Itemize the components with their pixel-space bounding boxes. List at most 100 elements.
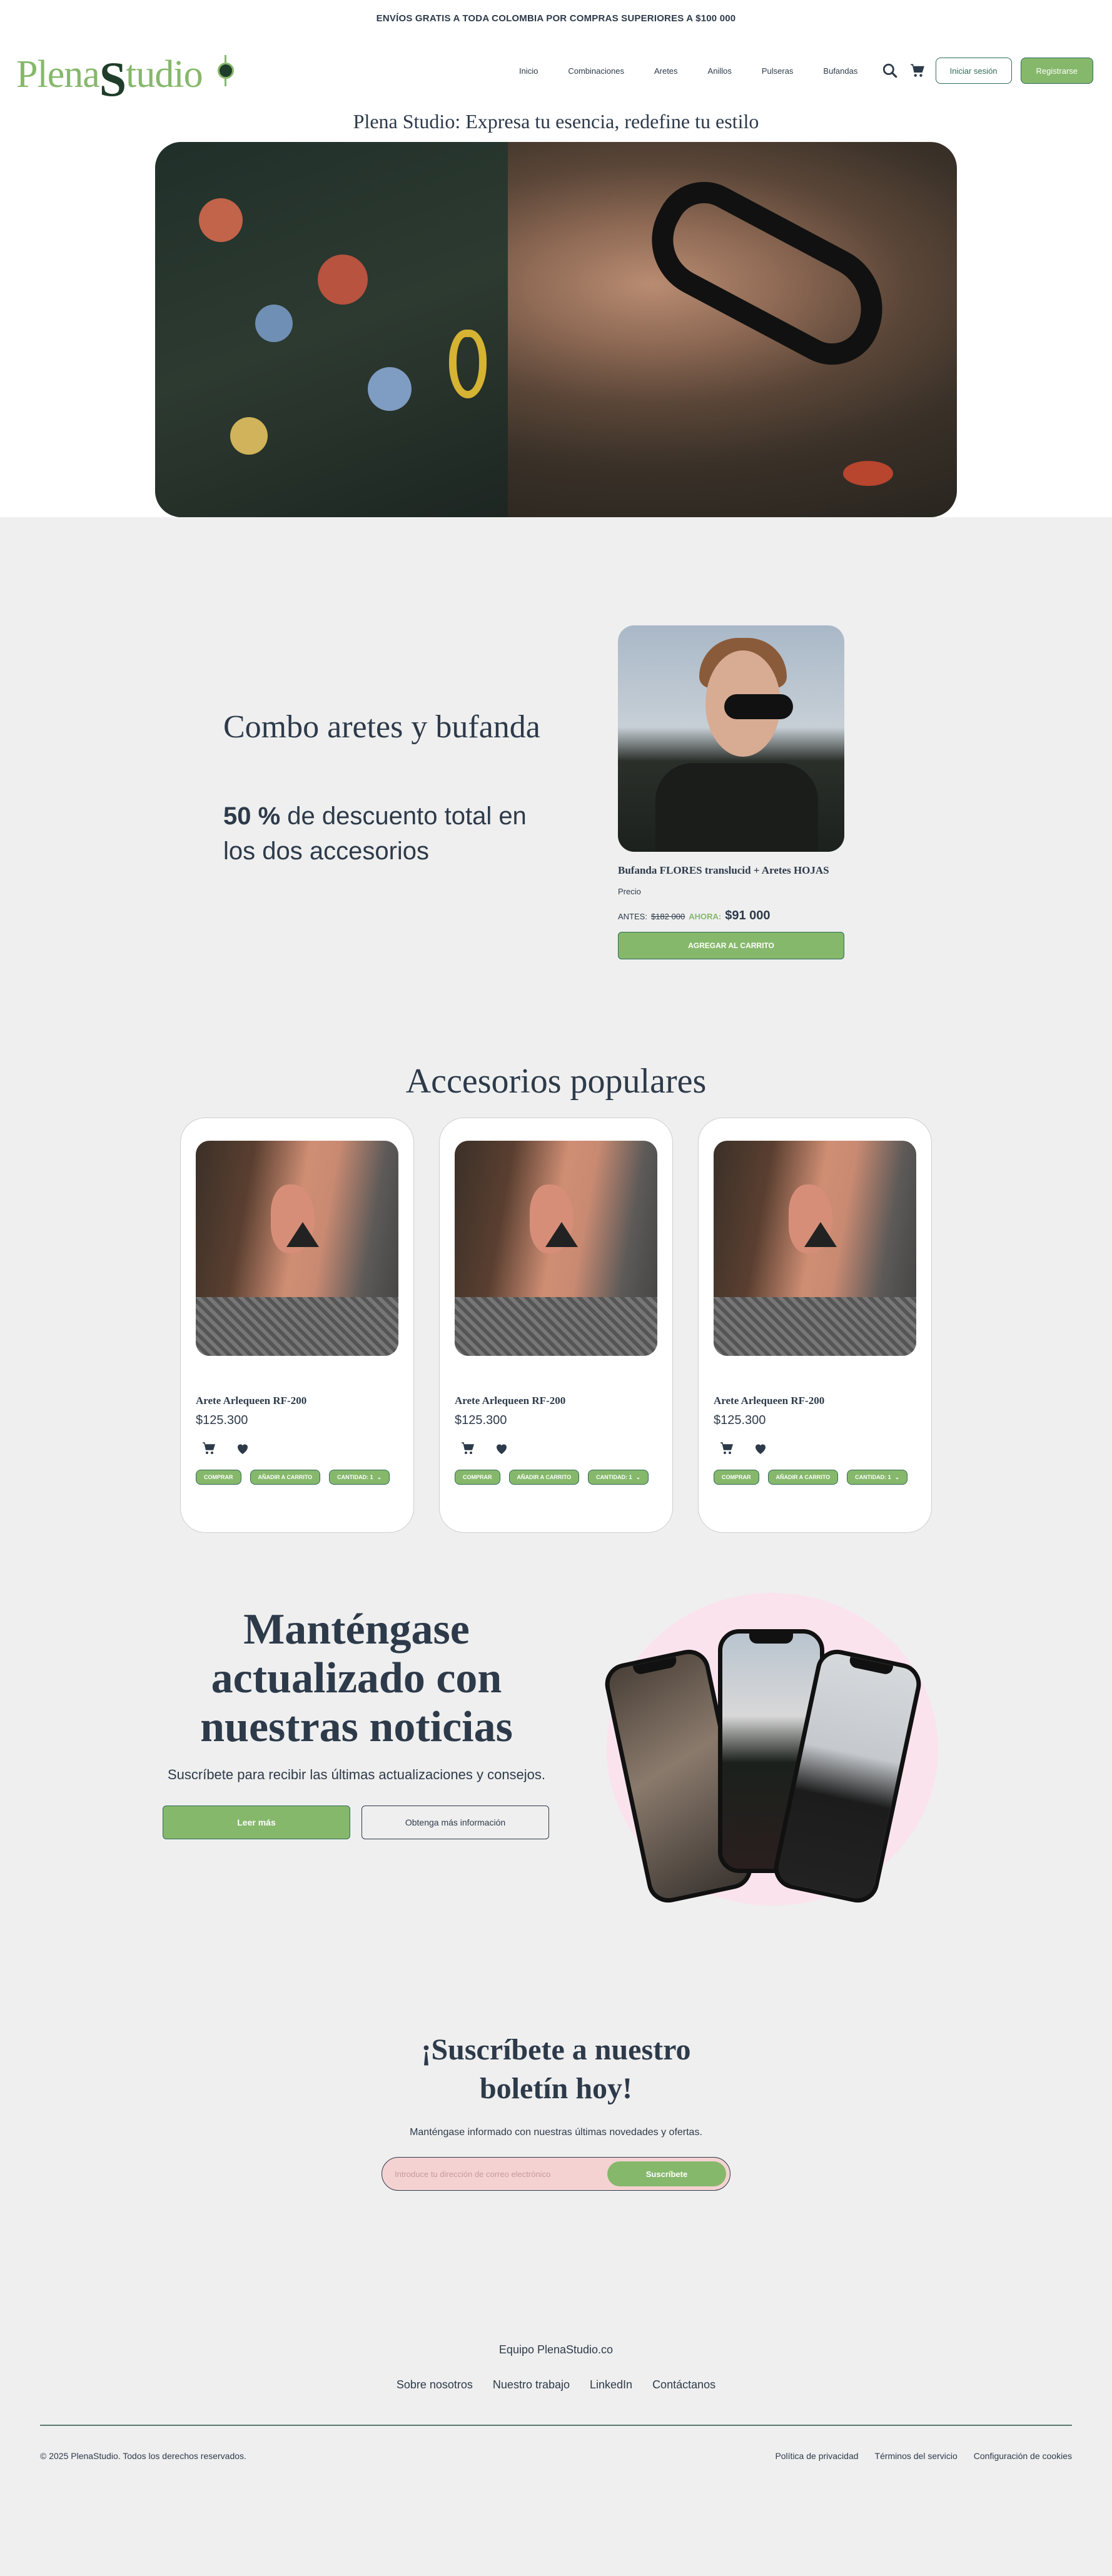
product-price: $125.300 — [196, 1413, 248, 1427]
combo-section: Combo aretes y bufanda 50 % de descuento… — [0, 517, 1112, 1061]
buy-button[interactable]: COMPRAR — [714, 1470, 759, 1485]
main-nav: Inicio Combinaciones Aretes Anillos Puls… — [519, 36, 857, 105]
site-header: PlenaStudio Inicio Combinaciones Aretes … — [0, 36, 1112, 106]
before-label: ANTES: — [618, 912, 647, 921]
footer-link-about[interactable]: Sobre nosotros — [397, 2378, 473, 2392]
quantity-select[interactable]: CANTIDAD: 1 ⌄ — [329, 1470, 390, 1485]
hero-image — [155, 142, 957, 517]
footer-team: Equipo PlenaStudio.co — [498, 2343, 614, 2356]
product-actions: COMPRAR AÑADIR A CARRITO CANTIDAD: 1 ⌄ — [196, 1470, 390, 1485]
product-card: Arete Arlequeen RF-200 $125.300 COMPRAR … — [439, 1118, 673, 1533]
hero-lips — [843, 461, 893, 486]
shipping-banner-text: ENVÍOS GRATIS A TODA COLOMBIA POR COMPRA… — [376, 13, 736, 24]
product-actions: COMPRAR AÑADIR A CARRITO CANTIDAD: 1 ⌄ — [714, 1470, 908, 1485]
combo-discount: 50 % — [223, 802, 281, 830]
nav-item-anillos[interactable]: Anillos — [708, 66, 732, 76]
hero-scarf — [155, 142, 508, 517]
footer-divider — [40, 2425, 1072, 2426]
add-to-cart-button[interactable]: AÑADIR A CARRITO — [508, 1470, 580, 1485]
add-to-cart-button[interactable]: AÑADIR A CARRITO — [250, 1470, 321, 1485]
combo-prices: ANTES: $182 000 AHORA: $91 000 — [618, 909, 844, 923]
cookies-link[interactable]: Configuración de cookies — [974, 2451, 1072, 2461]
product-icons — [719, 1441, 769, 1459]
add-to-cart-button[interactable]: AGREGAR AL CARRITO — [618, 932, 844, 959]
footer-links: Sobre nosotros Nuestro trabajo LinkedIn … — [0, 2378, 1112, 2392]
terms-link[interactable]: Términos del servicio — [875, 2451, 958, 2461]
cart-icon[interactable] — [719, 1441, 735, 1459]
more-info-button[interactable]: Obtenga más información — [361, 1806, 549, 1839]
logo-text: PlenaStudio — [16, 43, 203, 106]
footer-link-linkedin[interactable]: LinkedIn — [590, 2378, 632, 2392]
combo-product-image[interactable] — [618, 625, 844, 852]
add-to-cart-button[interactable]: AÑADIR A CARRITO — [767, 1470, 839, 1485]
nav-item-pulseras[interactable]: Pulseras — [762, 66, 794, 76]
email-field[interactable] — [395, 2169, 607, 2179]
heart-icon[interactable] — [235, 1441, 251, 1459]
news-title: Manténgase actualizado con nuestras noti… — [200, 1605, 513, 1751]
hero-earring — [449, 330, 487, 398]
heart-icon[interactable] — [493, 1441, 510, 1459]
search-icon[interactable] — [881, 61, 899, 80]
combo-title: Combo aretes y bufanda — [223, 709, 540, 745]
nav-item-bufandas[interactable]: Bufandas — [823, 66, 857, 76]
newsletter-section: ¡Suscríbete a nuestro boletín hoy! Manté… — [0, 1993, 1112, 2343]
logo-text-part-2: tudio — [126, 53, 203, 96]
buy-button[interactable]: COMPRAR — [455, 1470, 500, 1485]
combo-coat — [655, 763, 818, 852]
site-footer: Equipo PlenaStudio.co Sobre nosotros Nue… — [0, 2343, 1112, 2568]
nav-item-inicio[interactable]: Inicio — [519, 66, 538, 76]
logo-text-s: S — [99, 52, 126, 106]
newsletter-form: Suscríbete — [382, 2157, 730, 2191]
logo-text-part-1: Plena — [16, 53, 100, 96]
product-price: $125.300 — [455, 1413, 507, 1427]
combo-product-name: Bufanda FLORES translucid + Aretes HOJAS — [618, 864, 829, 876]
news-section: Manténgase actualizado con nuestras noti… — [0, 1568, 1112, 1993]
product-card: Arete Arlequeen RF-200 $125.300 COMPRAR … — [180, 1118, 414, 1533]
nav-item-combinaciones[interactable]: Combinaciones — [568, 66, 624, 76]
footer-link-work[interactable]: Nuestro trabajo — [493, 2378, 570, 2392]
scarf-flower — [230, 417, 268, 455]
quantity-label: CANTIDAD: 1 — [855, 1474, 891, 1480]
hero-sunglasses — [631, 164, 905, 382]
cart-icon[interactable] — [460, 1441, 476, 1459]
buy-button[interactable]: COMPRAR — [196, 1470, 241, 1485]
product-image[interactable] — [714, 1141, 916, 1356]
product-icons — [201, 1441, 251, 1459]
product-name: Arete Arlequeen RF-200 — [196, 1395, 307, 1407]
newsletter-title: ¡Suscríbete a nuestro boletín hoy! — [421, 2033, 691, 2105]
product-price: $125.300 — [714, 1413, 766, 1427]
scarf-flower — [255, 305, 293, 342]
heart-icon[interactable] — [752, 1441, 769, 1459]
legal-links: Política de privacidad Términos del serv… — [775, 2451, 1072, 2461]
product-image[interactable] — [455, 1141, 657, 1356]
combo-sunglasses — [724, 694, 793, 719]
logo[interactable]: PlenaStudio — [16, 43, 235, 106]
quantity-select[interactable]: CANTIDAD: 1 ⌄ — [588, 1470, 649, 1485]
combo-description: 50 % de descuento total en los dos acces… — [223, 799, 548, 869]
register-button[interactable]: Registrarse — [1020, 58, 1093, 84]
hero — [0, 142, 1112, 517]
product-image[interactable] — [196, 1141, 398, 1356]
scarf-flower — [368, 367, 412, 411]
combo-product-card: Bufanda FLORES translucid + Aretes HOJAS… — [618, 625, 844, 959]
logo-earring-icon — [216, 49, 235, 93]
read-more-button[interactable]: Leer más — [163, 1806, 350, 1839]
cart-icon[interactable] — [201, 1441, 217, 1459]
now-label: AHORA: — [689, 912, 722, 921]
now-price: $91 000 — [725, 909, 771, 922]
quantity-label: CANTIDAD: 1 — [337, 1474, 373, 1480]
login-button[interactable]: Iniciar sesión — [935, 58, 1012, 84]
chevron-down-icon: ⌄ — [377, 1473, 382, 1480]
cart-icon[interactable] — [908, 61, 927, 80]
product-actions: COMPRAR AÑADIR A CARRITO CANTIDAD: 1 ⌄ — [455, 1470, 649, 1485]
quantity-select[interactable]: CANTIDAD: 1 ⌄ — [847, 1470, 908, 1485]
privacy-link[interactable]: Política de privacidad — [775, 2451, 858, 2461]
footer-link-contact[interactable]: Contáctanos — [652, 2378, 715, 2392]
product-list: Arete Arlequeen RF-200 $125.300 COMPRAR … — [180, 1118, 932, 1533]
subscribe-button[interactable]: Suscríbete — [607, 2161, 726, 2186]
before-price: $182 000 — [650, 912, 685, 921]
chevron-down-icon: ⌄ — [894, 1473, 900, 1480]
nav-item-aretes[interactable]: Aretes — [654, 66, 678, 76]
combo-price-label: Precio — [618, 887, 641, 896]
quantity-label: CANTIDAD: 1 — [596, 1474, 632, 1480]
